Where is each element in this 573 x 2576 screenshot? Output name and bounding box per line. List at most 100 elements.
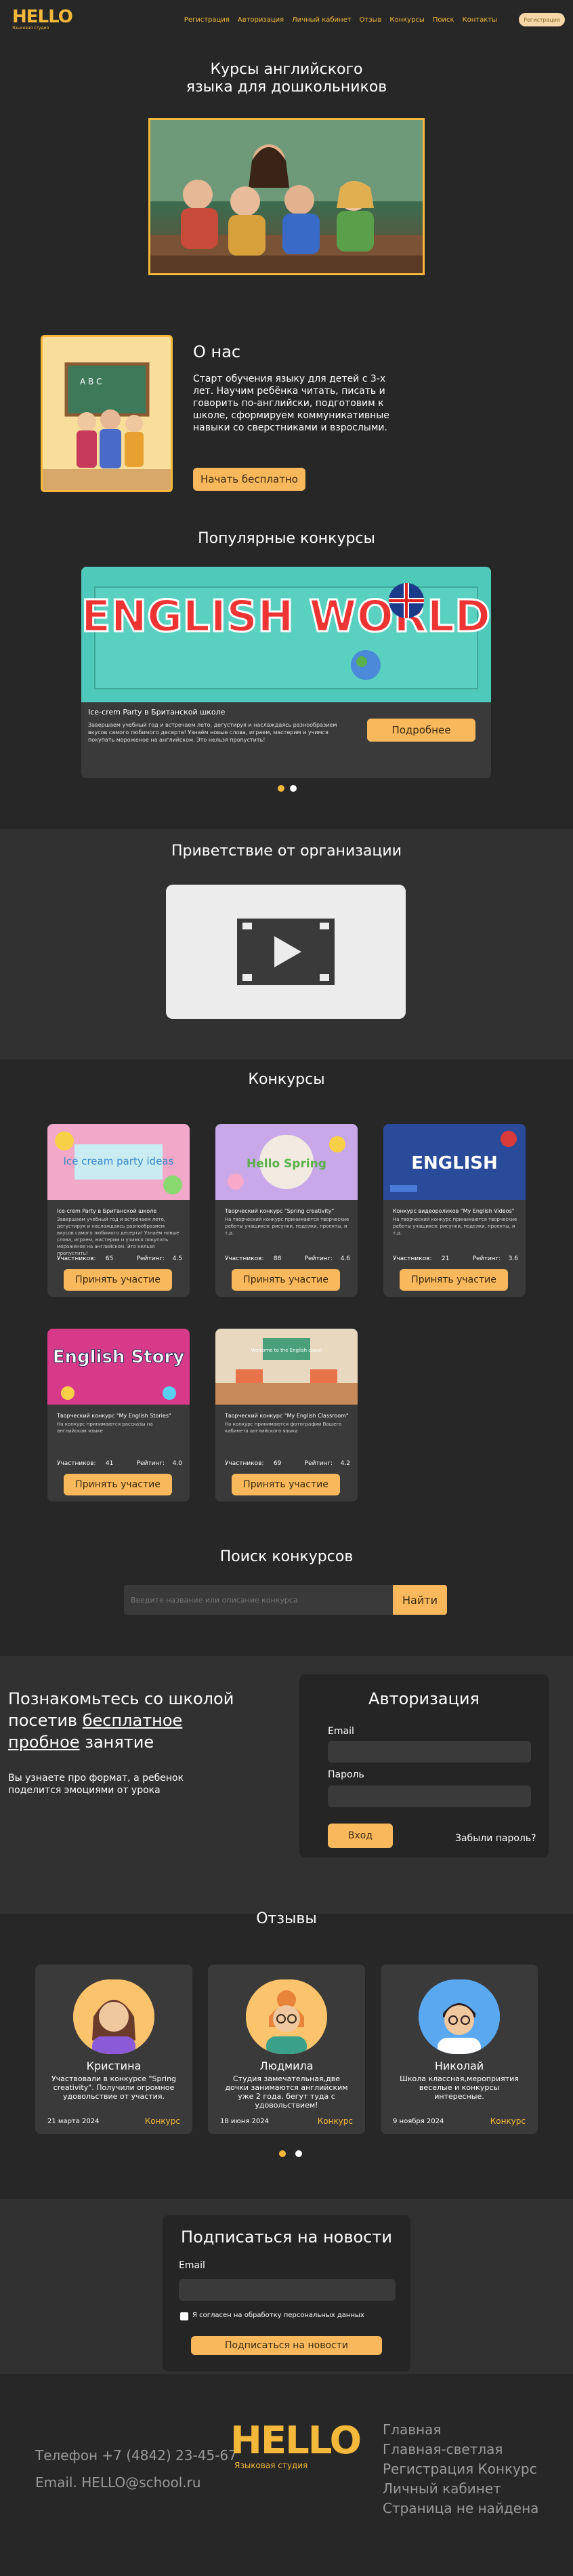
trial-title-line1: Познакомьтесь со школой xyxy=(8,1689,234,1708)
footer-logo[interactable]: HELLO Языковая студия xyxy=(230,2421,362,2480)
contest-image[interactable]: Ice cream party ideas xyxy=(47,1124,190,1200)
rating-value: 4.0 xyxy=(172,1460,182,1467)
join-button[interactable]: Принять участие xyxy=(400,1269,508,1291)
footer-link-home-light[interactable]: Главная-светлая xyxy=(383,2440,538,2459)
contest-image[interactable]: ENGLISH xyxy=(383,1124,526,1200)
footer-phone[interactable]: Телефон +7 (4842) 23-45-67 xyxy=(35,2447,237,2463)
forgot-password-link[interactable]: Забыли пароль? xyxy=(455,1833,536,1844)
footer-email[interactable]: Email. HELLO@school.ru xyxy=(35,2474,201,2491)
trial-title-line3: пробное занятие xyxy=(8,1733,154,1752)
footer-link-not-found[interactable]: Страница не найдена xyxy=(383,2499,538,2518)
trial-link-free[interactable]: бесплатное xyxy=(83,1711,183,1730)
welcome-video[interactable] xyxy=(166,885,406,1019)
password-label: Пароль xyxy=(328,1769,364,1780)
email-label: Email xyxy=(328,1726,354,1737)
footer-link-home[interactable]: Главная xyxy=(383,2420,538,2440)
contest-image[interactable]: English Story xyxy=(47,1329,190,1405)
password-field[interactable] xyxy=(328,1786,531,1807)
reviewer-name: Кристина xyxy=(86,2059,142,2072)
site-header: HELLO Языковая студия Регистрация Автори… xyxy=(0,0,573,39)
about-text: Старт обучения языку для детей с 3-х лет… xyxy=(193,374,389,433)
trial-title: Познакомьтесь со школой посетив бесплатн… xyxy=(8,1688,252,1753)
contest-title: Творческий конкурс "Spring creativity" xyxy=(225,1208,335,1214)
nav-item-account[interactable]: Личный кабинет xyxy=(292,16,351,24)
footer-link-account[interactable]: Личный кабинет xyxy=(383,2479,538,2499)
hero-title-line2: языка для дошкольников xyxy=(186,79,387,96)
footer-link-register-contest[interactable]: Регистрация Конкурс xyxy=(383,2459,538,2479)
review-date: 9 ноября 2024 xyxy=(393,2118,444,2125)
join-button[interactable]: Принять участие xyxy=(232,1269,340,1291)
details-button[interactable]: Подробнее xyxy=(367,719,475,742)
contest-image[interactable]: Hello Spring xyxy=(215,1124,358,1200)
nav-item-contests[interactable]: Конкурсы xyxy=(389,16,424,24)
trial-link-trial[interactable]: пробное xyxy=(8,1733,80,1752)
contest-title: Ice-crem Party в Британской школе xyxy=(57,1208,157,1214)
consent-checkbox[interactable] xyxy=(180,2312,188,2320)
rating-value: 4.5 xyxy=(172,1255,182,1262)
rating-label: Рейтинг: 4.5 xyxy=(136,1255,182,1262)
contest-image[interactable]: Welcome to the English class! xyxy=(215,1329,358,1405)
popular-card-desc: Завершаем учебный год и встречаем лето, … xyxy=(88,722,337,743)
participants-count: 21 xyxy=(441,1255,450,1262)
review-text: Участвовали в конкурсе "Spring creativit… xyxy=(51,2074,177,2101)
join-button[interactable]: Принять участие xyxy=(232,1474,340,1495)
subscribe-email-label: Email xyxy=(179,2260,205,2271)
join-button[interactable]: Принять участие xyxy=(64,1474,172,1495)
nav-item-search[interactable]: Поиск xyxy=(433,16,454,24)
join-button[interactable]: Принять участие xyxy=(64,1269,172,1291)
nav-item-review[interactable]: Отзыв xyxy=(360,16,382,24)
logo-word: HELLO xyxy=(12,7,73,27)
hero-photo xyxy=(148,118,425,275)
reviewer-name: Людмила xyxy=(259,2059,314,2072)
logo[interactable]: HELLO Языковая студия xyxy=(12,8,73,33)
footer-nav: Главная Главная-светлая Регистрация Конк… xyxy=(383,2420,538,2518)
contest-title: Творческий конкурс "My English Stories" xyxy=(57,1413,171,1419)
start-free-button[interactable]: Начать бесплатно xyxy=(193,468,305,491)
trial-subtitle: Вы узнаете про формат, а ребенок поделит… xyxy=(8,1773,184,1796)
auth-form: Авторизация Email Пароль Вход Забыли пар… xyxy=(299,1674,549,1857)
participants-label: Участников: 41 xyxy=(57,1460,114,1467)
reviewer-name: Николай xyxy=(434,2059,484,2072)
review-card: Кристина Участвовали в конкурсе "Spring … xyxy=(35,1965,192,2134)
popular-title: Популярные конкурсы xyxy=(198,530,375,547)
email-field[interactable] xyxy=(328,1741,531,1763)
svg-text:A B C: A B C xyxy=(80,377,102,386)
nav-item-login[interactable]: Авторизация xyxy=(238,16,284,24)
participants-label: Участников: 88 xyxy=(225,1255,282,1262)
review-type[interactable]: Конкурс xyxy=(145,2116,180,2126)
contest-desc: На творческий конкурс принимаются творче… xyxy=(393,1217,517,1236)
contest-desc: На конкурс принимаются рассказы на англи… xyxy=(57,1422,153,1434)
nav-item-contacts[interactable]: Контакты xyxy=(463,16,497,24)
hero-title: Курсы английского языка для дошкольников xyxy=(0,61,573,96)
subscribe-email-field[interactable] xyxy=(179,2279,396,2301)
participants-count: 88 xyxy=(273,1255,282,1262)
reviews-dot[interactable] xyxy=(295,2150,302,2157)
reviews-title: Отзывы xyxy=(256,1910,317,1927)
carousel-dot[interactable] xyxy=(290,785,297,792)
rating-value: 4.2 xyxy=(340,1460,350,1467)
participants-count: 65 xyxy=(105,1255,114,1262)
search-button[interactable]: Найти xyxy=(393,1585,447,1615)
carousel-dot-active[interactable] xyxy=(278,785,284,792)
review-type[interactable]: Конкурс xyxy=(490,2116,526,2126)
hero-photo-illustration xyxy=(150,120,423,273)
auth-title: Авторизация xyxy=(368,1689,480,1708)
contest-image-text: English Story xyxy=(53,1347,185,1367)
review-card: Людмила Студия замечательная,две дочки з… xyxy=(208,1965,365,2134)
about-title: О нас xyxy=(193,342,241,361)
contest-card: English Story Творческий конкурс "My Eng… xyxy=(47,1329,190,1502)
review-type[interactable]: Конкурс xyxy=(318,2116,353,2126)
contest-card: ENGLISH Конкурс видеороликов "My English… xyxy=(383,1124,526,1297)
rating-value: 4.6 xyxy=(340,1255,350,1262)
login-button[interactable]: Вход xyxy=(328,1824,393,1848)
register-button[interactable]: Регистрация xyxy=(519,13,565,26)
subscribe-button[interactable]: Подписаться на новости xyxy=(191,2336,382,2355)
reviews-dot-active[interactable] xyxy=(279,2150,286,2157)
popular-banner[interactable]: ENGLISH WORLD xyxy=(81,567,491,702)
nav-item-register[interactable]: Регистрация xyxy=(184,16,230,24)
search-input[interactable] xyxy=(124,1585,393,1615)
review-date: 18 июня 2024 xyxy=(220,2118,270,2125)
contest-desc: Завершаем учебный год и встречаем лето, … xyxy=(57,1217,179,1256)
avatar xyxy=(419,1979,500,2054)
participants-count: 41 xyxy=(105,1460,114,1467)
